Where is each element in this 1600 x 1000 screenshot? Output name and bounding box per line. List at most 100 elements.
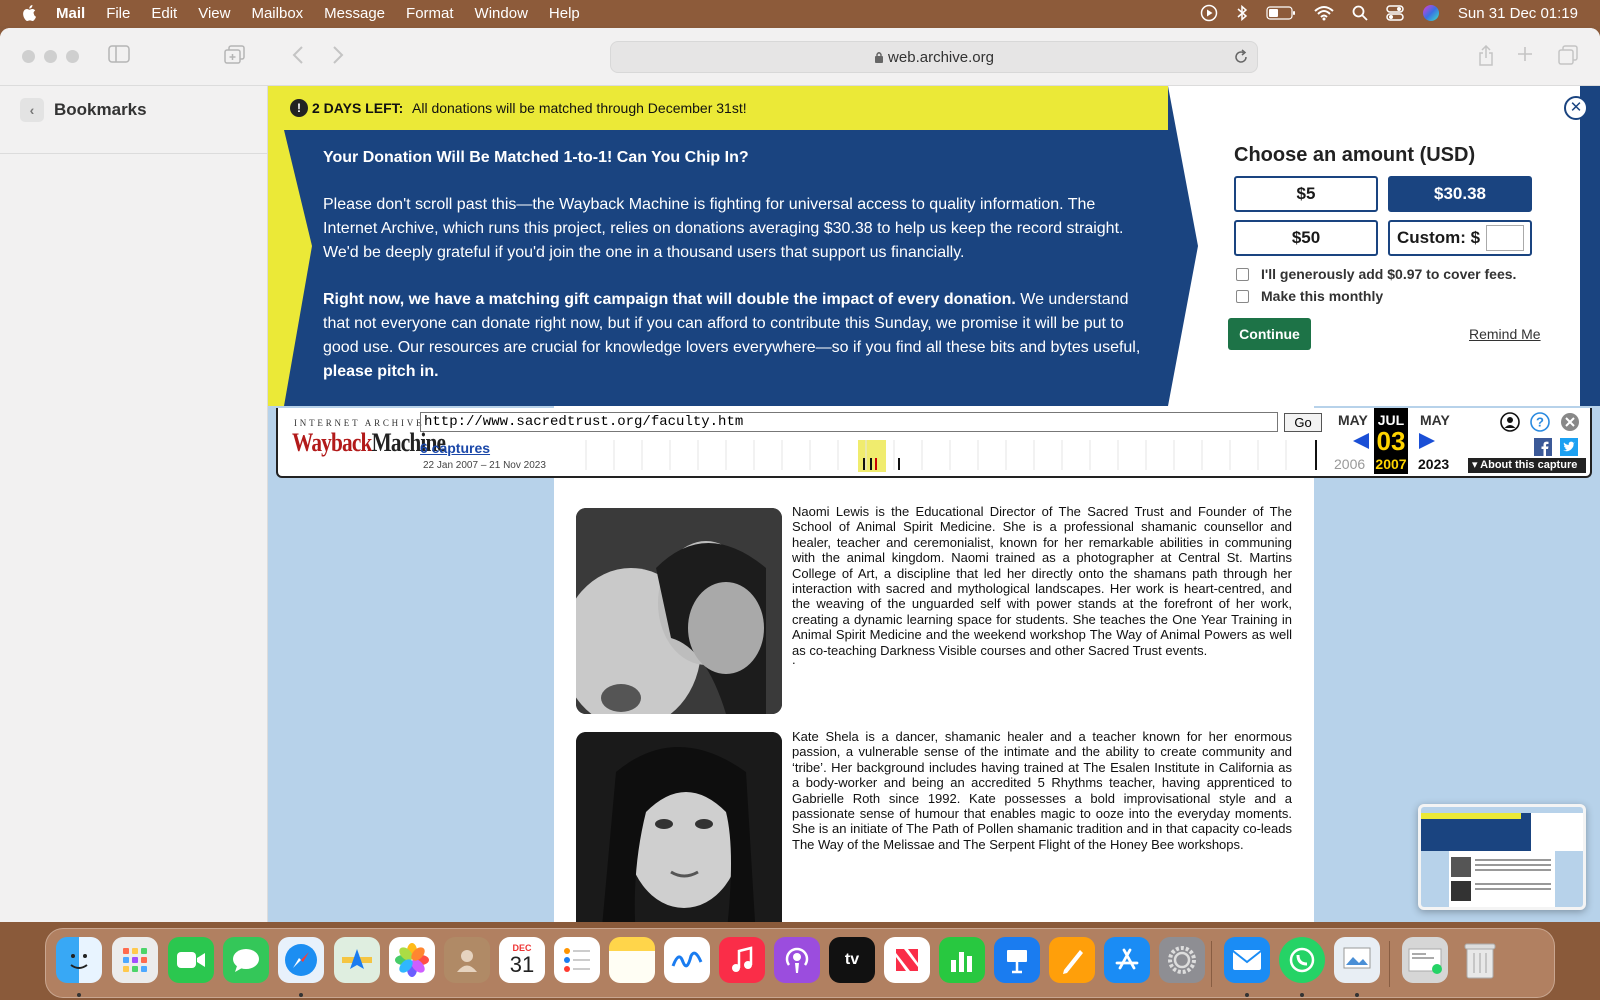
- close-banner-button[interactable]: ✕: [1564, 96, 1588, 120]
- control-center-icon[interactable]: [1386, 5, 1404, 21]
- dock-photos-icon[interactable]: [389, 937, 435, 983]
- dock-freeform-icon[interactable]: [664, 937, 710, 983]
- menu-format[interactable]: Format: [406, 5, 454, 22]
- menu-help[interactable]: Help: [549, 5, 580, 22]
- dock-facetime-icon[interactable]: [168, 937, 214, 983]
- preview-running-indicator: [1355, 993, 1359, 997]
- address-bar[interactable]: web.archive.org: [610, 41, 1258, 73]
- about-capture-button[interactable]: ▾ About this capture: [1468, 458, 1586, 473]
- wayback-toolbar: INTERNET ARCHIVE WaybackMachine http://w…: [276, 408, 1592, 478]
- dock-app-store-icon[interactable]: [1104, 937, 1150, 983]
- menu-clock[interactable]: Sun 31 Dec 01:19: [1458, 5, 1578, 22]
- dock-music-icon[interactable]: [719, 937, 765, 983]
- dock-system-settings-icon[interactable]: [1159, 937, 1205, 983]
- dock-calendar-icon[interactable]: DEC 31: [499, 937, 545, 983]
- tv-label: tv: [844, 951, 860, 968]
- search-icon[interactable]: [1352, 5, 1368, 21]
- prev-year-label[interactable]: 2006: [1334, 456, 1365, 472]
- help-icon[interactable]: ?: [1530, 412, 1550, 437]
- user-account-icon[interactable]: [1500, 412, 1520, 437]
- dock-keynote-icon[interactable]: [994, 937, 1040, 983]
- dock-news-icon[interactable]: [884, 937, 930, 983]
- checkbox-square[interactable]: [1236, 289, 1249, 303]
- menu-view[interactable]: View: [198, 5, 230, 22]
- reload-icon[interactable]: [1233, 49, 1249, 70]
- sidebar-toggle-icon[interactable]: [108, 45, 130, 68]
- dock-trash-icon[interactable]: [1457, 937, 1503, 983]
- next-month-label[interactable]: MAY: [1420, 412, 1450, 428]
- minimize-window-button[interactable]: [44, 50, 57, 63]
- menu-file[interactable]: File: [106, 5, 130, 22]
- matching-statement: Right now, we have a matching gift campa…: [323, 291, 1016, 308]
- close-window-button[interactable]: [22, 50, 35, 63]
- zoom-window-button[interactable]: [66, 50, 79, 63]
- amount-5-button[interactable]: $5: [1234, 176, 1378, 212]
- dock-numbers-icon[interactable]: [939, 937, 985, 983]
- go-button[interactable]: Go: [1284, 413, 1322, 432]
- menu-app-name[interactable]: Mail: [56, 5, 85, 22]
- dock-maps-icon[interactable]: [334, 937, 380, 983]
- dock-notes-icon[interactable]: [609, 937, 655, 983]
- capture-sparkline[interactable]: [558, 440, 1318, 472]
- apple-logo-icon[interactable]: [22, 4, 38, 22]
- custom-amount-input[interactable]: [1486, 225, 1525, 251]
- bluetooth-icon[interactable]: [1236, 4, 1248, 22]
- donation-paragraph-1: Please don't scroll past this—the Waybac…: [323, 196, 1124, 261]
- chevron-left-icon[interactable]: ‹: [20, 98, 44, 122]
- checkbox-square[interactable]: [1236, 267, 1249, 281]
- naomi-lewis-photo: [576, 508, 782, 714]
- donation-heading: Your Donation Will Be Matched 1-to-1! Ca…: [323, 149, 749, 166]
- dock-mail-icon[interactable]: [1224, 937, 1270, 983]
- wayback-url-input[interactable]: http://www.sacredtrust.org/faculty.htm: [420, 412, 1278, 432]
- dock-pages-icon[interactable]: [1049, 937, 1095, 983]
- finder-running-indicator: [77, 993, 81, 997]
- cover-fees-checkbox[interactable]: I'll generously add $0.97 to cover fees.: [1236, 266, 1516, 282]
- play-icon[interactable]: [1200, 4, 1218, 22]
- choose-amount-title: Choose an amount (USD): [1234, 144, 1476, 166]
- dock-podcasts-icon[interactable]: [774, 937, 820, 983]
- menu-mailbox[interactable]: Mailbox: [251, 5, 303, 22]
- bookmarks-header[interactable]: ‹ Bookmarks: [20, 98, 147, 122]
- tab-overview-icon[interactable]: [224, 45, 246, 70]
- page-preview-thumbnail[interactable]: [1418, 804, 1586, 910]
- dock-preview-icon[interactable]: [1334, 937, 1380, 983]
- remind-me-link[interactable]: Remind Me: [1469, 326, 1541, 342]
- dock-downloads-stack-icon[interactable]: [1402, 937, 1448, 983]
- new-tab-icon[interactable]: [1516, 45, 1534, 68]
- kate-shela-photo: [576, 732, 782, 922]
- next-year-label[interactable]: 2023: [1418, 456, 1449, 472]
- menu-message[interactable]: Message: [324, 5, 385, 22]
- siri-icon[interactable]: [1422, 4, 1440, 22]
- close-toolbar-icon[interactable]: [1560, 412, 1580, 437]
- dock-whatsapp-icon[interactable]: [1279, 937, 1325, 983]
- dock: DEC 31 tv: [45, 928, 1555, 998]
- wifi-icon[interactable]: [1314, 5, 1334, 21]
- donation-banner: ! 2 DAYS LEFT: All donations will be mat…: [268, 86, 1600, 406]
- tabs-icon[interactable]: [1558, 45, 1578, 70]
- prev-capture-arrow-icon[interactable]: [1352, 432, 1370, 455]
- dock-safari-icon[interactable]: [278, 937, 324, 983]
- dock-contacts-icon[interactable]: [444, 937, 490, 983]
- dock-tv-icon[interactable]: tv: [829, 937, 875, 983]
- amount-30-button[interactable]: $30.38: [1388, 176, 1532, 212]
- menu-window[interactable]: Window: [475, 5, 528, 22]
- svg-text:?: ?: [1536, 415, 1544, 430]
- monthly-checkbox[interactable]: Make this monthly: [1236, 288, 1383, 304]
- share-icon[interactable]: [1478, 44, 1494, 72]
- whatsapp-running-indicator: [1300, 993, 1304, 997]
- captures-link[interactable]: 6 captures: [420, 440, 490, 456]
- custom-amount-field[interactable]: Custom: $: [1388, 220, 1532, 256]
- forward-icon[interactable]: [332, 45, 344, 70]
- menu-edit[interactable]: Edit: [151, 5, 177, 22]
- prev-month-label[interactable]: MAY: [1338, 412, 1368, 428]
- dock-messages-icon[interactable]: [223, 937, 269, 983]
- next-capture-arrow-icon[interactable]: [1418, 432, 1436, 455]
- dock-finder-icon[interactable]: [56, 937, 102, 983]
- battery-icon[interactable]: [1266, 6, 1296, 20]
- continue-button[interactable]: Continue: [1228, 318, 1311, 350]
- dock-reminders-icon[interactable]: [554, 937, 600, 983]
- dock-launchpad-icon[interactable]: [112, 937, 158, 983]
- address-bar-url[interactable]: web.archive.org: [611, 49, 1257, 66]
- amount-50-button[interactable]: $50: [1234, 220, 1378, 256]
- back-icon[interactable]: [292, 45, 304, 70]
